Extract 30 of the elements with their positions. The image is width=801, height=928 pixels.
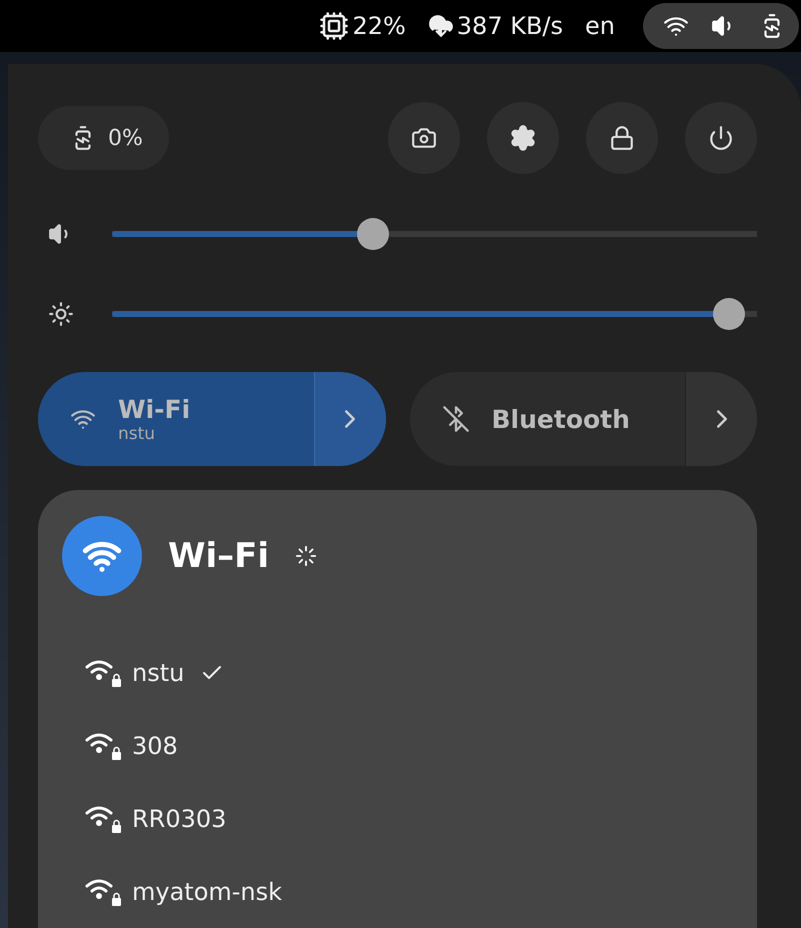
wifi-lock-icon <box>84 730 124 760</box>
battery-level: 0% <box>108 126 143 150</box>
network-name[interactable]: myatom-nsk <box>132 878 282 906</box>
keyboard-layout[interactable]: en <box>585 12 615 40</box>
menu-title: Wi–Fi <box>168 536 270 576</box>
toggle-label: Bluetooth <box>492 404 630 434</box>
network-name[interactable]: nstu <box>132 658 184 686</box>
power-icon <box>708 125 734 151</box>
slider-thumb[interactable] <box>712 298 745 330</box>
battery-pill[interactable]: 0% <box>38 106 169 170</box>
system-tray[interactable] <box>643 3 799 49</box>
expand-button[interactable] <box>314 372 386 466</box>
slider-thumb[interactable] <box>357 218 390 250</box>
toggle-button[interactable]: Bluetooth <box>410 372 757 466</box>
network-speed: 387 KB/s <box>456 12 564 40</box>
cpu-usage: 22% <box>352 12 406 40</box>
wifi-lock-icon <box>84 804 124 834</box>
brightness-icon <box>48 301 74 327</box>
cloud-download-icon <box>428 13 454 39</box>
wifi-lock-icon <box>84 658 124 688</box>
network-name[interactable]: RR0303 <box>132 804 226 832</box>
chip-icon <box>319 11 350 41</box>
toggle-subtitle: nstu <box>118 424 156 444</box>
toggle-button[interactable]: Wi-Fi nstu <box>38 372 386 466</box>
settings-icon <box>509 124 537 152</box>
wifi-lock-icon <box>84 876 124 906</box>
network-name[interactable]: 308 <box>132 732 178 760</box>
bluetooth-off-icon <box>442 405 470 433</box>
lock-icon <box>609 125 635 151</box>
toggle-label: Wi-Fi <box>118 394 190 424</box>
